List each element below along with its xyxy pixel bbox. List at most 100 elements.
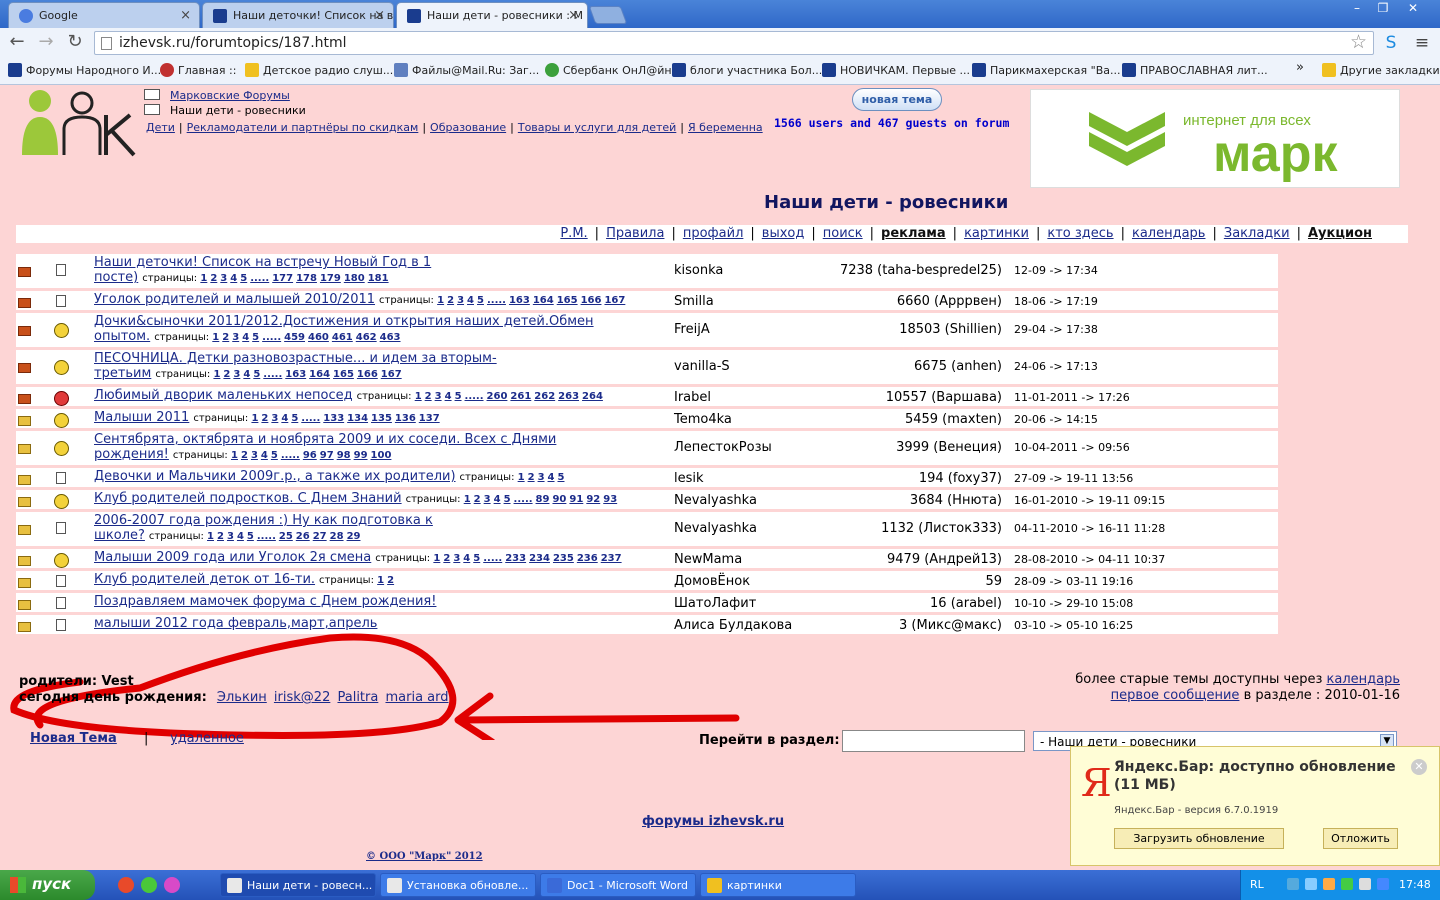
page-link[interactable]: 3	[220, 273, 227, 284]
skype-icon[interactable]: S	[1381, 33, 1401, 53]
page-link[interactable]: 90	[552, 494, 566, 505]
page-link[interactable]: 3	[271, 413, 278, 424]
page-link[interactable]: 91	[569, 494, 583, 505]
page-link[interactable]: 3	[457, 295, 464, 306]
page-link[interactable]: 97	[320, 450, 334, 461]
bookmark-item[interactable]: Парикмахерская "Ва...	[972, 63, 1120, 77]
menu-calendar[interactable]: календарь	[1132, 226, 1206, 241]
topic-title-link[interactable]: Сентябрята, октябрята и ноябрята 2009 и …	[94, 432, 556, 447]
page-link[interactable]: 100	[371, 450, 392, 461]
page-link[interactable]: 4	[242, 332, 249, 343]
page-link[interactable]: .....	[487, 295, 506, 306]
page-link[interactable]: 98	[337, 450, 351, 461]
new-topic-badge-button[interactable]: новая тема	[852, 88, 942, 111]
page-link[interactable]: 263	[558, 391, 579, 402]
page-link[interactable]: 134	[347, 413, 368, 424]
page-link[interactable]: 264	[582, 391, 603, 402]
bookmark-item[interactable]: Файлы@Mail.Ru: Заг...	[394, 63, 539, 77]
page-link[interactable]: 1	[231, 450, 238, 461]
page-link[interactable]: 1	[212, 332, 219, 343]
page-link[interactable]: .....	[262, 332, 281, 343]
page-link[interactable]: 93	[603, 494, 617, 505]
breadcrumb-forums[interactable]: Марковские Форумы	[170, 89, 290, 102]
page-link[interactable]: 5	[240, 273, 247, 284]
page-link[interactable]: 5	[253, 369, 260, 380]
tray-icon[interactable]	[1305, 878, 1317, 890]
bookmark-item[interactable]: Форумы Народного И...	[8, 63, 161, 77]
page-link[interactable]: 164	[309, 369, 330, 380]
topic-title-link[interactable]: Девочки и Мальчики 2009г.р., а также их …	[94, 469, 456, 484]
menu-who-here[interactable]: кто здесь	[1047, 226, 1113, 241]
birthday-user[interactable]: maria ard	[385, 690, 448, 705]
page-link[interactable]: .....	[301, 413, 320, 424]
language-indicator[interactable]: RL	[1250, 878, 1264, 891]
page-link[interactable]: .....	[263, 369, 282, 380]
restore-icon[interactable]: ❐	[1370, 1, 1396, 17]
tray-icon[interactable]	[1287, 878, 1299, 890]
page-link[interactable]: 1	[207, 531, 214, 542]
page-link[interactable]: 3	[232, 332, 239, 343]
topic-title-link[interactable]: Любимый дворик маленьких непосед	[94, 388, 353, 403]
topic-title-link[interactable]: ПЕСОЧНИЦА. Детки разновозрастные... и ид…	[94, 351, 497, 366]
page-link[interactable]: .....	[483, 553, 502, 564]
page-link[interactable]: 89	[536, 494, 550, 505]
bookmark-item[interactable]: Детское радио слуш...	[245, 63, 393, 77]
page-link[interactable]: 164	[533, 295, 554, 306]
chrome-icon[interactable]	[118, 877, 134, 893]
topic-title-link[interactable]: третьим	[94, 366, 151, 381]
page-link[interactable]: 1	[213, 369, 220, 380]
calendar-link[interactable]: календарь	[1327, 672, 1401, 687]
tray-icon[interactable]	[1341, 878, 1353, 890]
topic-title-link[interactable]: Малыши 2011	[94, 410, 189, 425]
page-link[interactable]: .....	[250, 273, 269, 284]
menu-ads[interactable]: реклама	[881, 226, 946, 241]
bookmark-star-icon[interactable]: ☆	[1350, 31, 1367, 53]
page-link[interactable]: 26	[296, 531, 310, 542]
page-link[interactable]: 2	[474, 494, 481, 505]
page-link[interactable]: 165	[333, 369, 354, 380]
page-link[interactable]: 137	[419, 413, 440, 424]
page-link[interactable]: 5	[504, 494, 511, 505]
install-update-button[interactable]: Загрузить обновление	[1114, 828, 1284, 849]
footer-forums-link[interactable]: форумы izhevsk.ru	[642, 814, 784, 829]
page-link[interactable]: 5	[247, 531, 254, 542]
page-link[interactable]: 1	[437, 295, 444, 306]
birthday-user[interactable]: Элькин	[217, 690, 267, 705]
page-link[interactable]: 96	[303, 450, 317, 461]
page-link[interactable]: 29	[347, 531, 361, 542]
menu-search[interactable]: поиск	[823, 226, 863, 241]
page-link[interactable]: 136	[395, 413, 416, 424]
page-link[interactable]: 27	[313, 531, 327, 542]
task-word[interactable]: Doc1 - Microsoft Word	[540, 873, 696, 897]
page-link[interactable]: 92	[586, 494, 600, 505]
page-link[interactable]: 28	[330, 531, 344, 542]
page-link[interactable]: .....	[465, 391, 484, 402]
page-link[interactable]: 4	[494, 494, 501, 505]
page-link[interactable]: 163	[285, 369, 306, 380]
page-link[interactable]: 2	[210, 273, 217, 284]
page-link[interactable]: 4	[548, 472, 555, 483]
page-link[interactable]: 459	[284, 332, 305, 343]
tab-forum-list[interactable]: Наши деточки! Список на в ×	[202, 2, 394, 28]
page-link[interactable]: 463	[380, 332, 401, 343]
topic-title-link[interactable]: посте)	[94, 270, 138, 285]
page-link[interactable]: 181	[368, 273, 389, 284]
page-link[interactable]: 180	[344, 273, 365, 284]
page-link[interactable]: 177	[272, 273, 293, 284]
page-link[interactable]: 5	[473, 553, 480, 564]
page-link[interactable]: 4	[445, 391, 452, 402]
site-logo-icon[interactable]	[20, 89, 138, 159]
page-link[interactable]: 163	[509, 295, 530, 306]
icq-icon[interactable]	[141, 877, 157, 893]
jump-input[interactable]	[842, 730, 1025, 752]
bookmark-item[interactable]: Главная ::	[160, 63, 236, 77]
page-link[interactable]: 25	[279, 531, 293, 542]
page-link[interactable]: 261	[510, 391, 531, 402]
menu-bookmarks[interactable]: Закладки	[1224, 226, 1290, 241]
page-link[interactable]: 3	[227, 531, 234, 542]
tray-icon[interactable]	[1359, 878, 1371, 890]
new-topic-link[interactable]: Новая Тема	[30, 731, 117, 746]
page-link[interactable]: 4	[243, 369, 250, 380]
page-link[interactable]: 5	[291, 413, 298, 424]
topic-title-link[interactable]: Клуб родителей деток от 16-ти.	[94, 572, 315, 587]
